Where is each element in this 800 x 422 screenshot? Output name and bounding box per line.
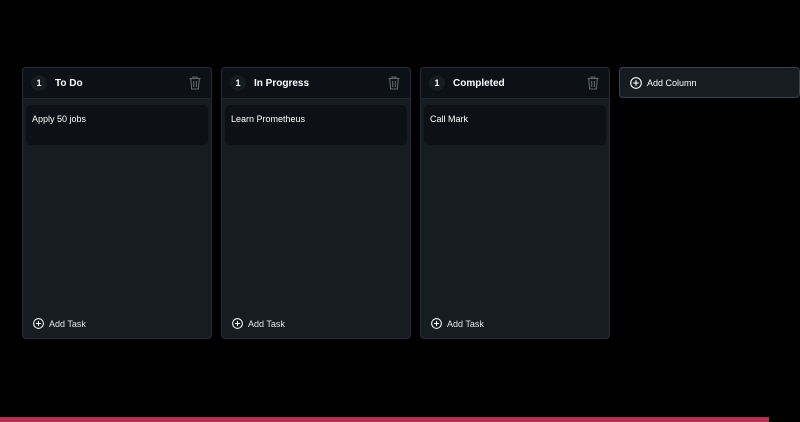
plus-circle-icon bbox=[33, 318, 44, 329]
task-count-badge: 1 bbox=[429, 75, 445, 91]
column-title[interactable]: Completed bbox=[453, 78, 505, 89]
column-title[interactable]: In Progress bbox=[254, 78, 309, 89]
column-in-progress[interactable]: 1 In Progress Learn Prometheus Add Task bbox=[221, 67, 411, 339]
trash-icon[interactable] bbox=[388, 76, 400, 90]
column-completed[interactable]: 1 Completed Call Mark Add Task bbox=[420, 67, 610, 339]
task-card[interactable]: Learn Prometheus bbox=[225, 105, 407, 145]
add-task-label: Add Task bbox=[248, 318, 285, 329]
task-count-badge: 1 bbox=[31, 75, 47, 91]
column-to-do[interactable]: 1 To Do Apply 50 jobs Add Task bbox=[22, 67, 212, 339]
add-task-button[interactable]: Add Task bbox=[431, 318, 484, 329]
column-header[interactable]: 1 In Progress bbox=[222, 68, 410, 99]
column-header[interactable]: 1 To Do bbox=[23, 68, 211, 99]
task-count-badge: 1 bbox=[230, 75, 246, 91]
trash-icon[interactable] bbox=[189, 76, 201, 90]
kanban-board: 1 To Do Apply 50 jobs Add Task 1 In Prog… bbox=[22, 67, 800, 339]
plus-circle-icon bbox=[630, 76, 642, 89]
column-header[interactable]: 1 Completed bbox=[421, 68, 609, 99]
plus-circle-icon bbox=[232, 318, 243, 329]
horizontal-scrollbar[interactable] bbox=[0, 417, 769, 422]
plus-circle-icon bbox=[431, 318, 442, 329]
add-task-button[interactable]: Add Task bbox=[232, 318, 285, 329]
task-card[interactable]: Call Mark bbox=[424, 105, 606, 145]
trash-icon[interactable] bbox=[587, 76, 599, 90]
add-column-button[interactable]: Add Column bbox=[619, 67, 800, 98]
column-title[interactable]: To Do bbox=[55, 78, 83, 89]
add-column-label: Add Column bbox=[647, 77, 697, 88]
add-task-button[interactable]: Add Task bbox=[33, 318, 86, 329]
add-task-label: Add Task bbox=[49, 318, 86, 329]
add-task-label: Add Task bbox=[447, 318, 484, 329]
task-card[interactable]: Apply 50 jobs bbox=[26, 105, 208, 145]
